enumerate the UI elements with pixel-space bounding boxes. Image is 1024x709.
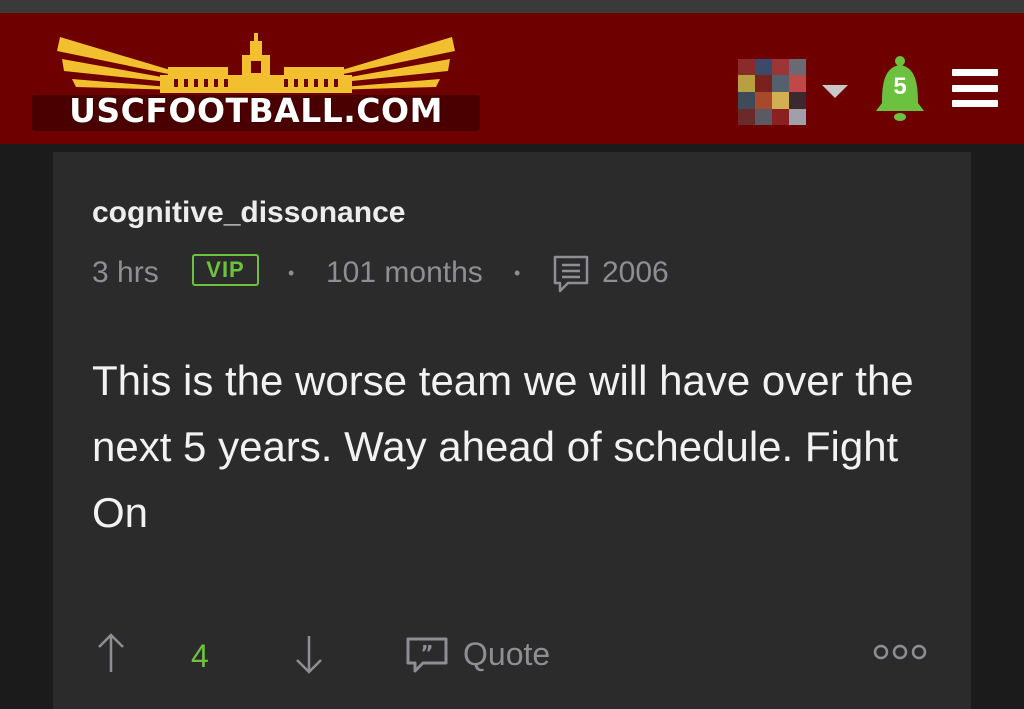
notifications-button[interactable]: 5 (870, 55, 930, 125)
upvote-button[interactable] (97, 632, 125, 674)
quote-icon: ” (406, 637, 448, 673)
more-options-button[interactable] (873, 640, 929, 664)
post-actions: 4 ” Quote (53, 630, 971, 680)
arrow-down-icon (296, 636, 322, 674)
post-time: 3 hrs (92, 256, 159, 289)
post-meta: 3 hrs VIP • 101 months • 2006 (92, 254, 792, 294)
vote-count: 4 (191, 638, 209, 674)
quote-button[interactable]: ” Quote (405, 634, 605, 678)
vip-badge: VIP (192, 254, 259, 286)
more-icon (873, 644, 927, 660)
downvote-button[interactable] (295, 634, 323, 676)
chevron-down-icon (822, 85, 848, 98)
meta-separator: • (514, 263, 521, 283)
top-status-strip (0, 0, 1024, 13)
post-count: 2006 (602, 256, 669, 289)
post-card: cognitive_dissonance 3 hrs VIP • 101 mon… (53, 152, 971, 709)
svg-text:”: ” (420, 641, 433, 665)
comments-icon (552, 254, 590, 294)
hamburger-menu-icon (952, 69, 998, 76)
site-logo[interactable]: USCFOOTBALL.COM (32, 29, 480, 137)
hamburger-menu-button[interactable] (952, 69, 998, 109)
post-body: This is the worse team we will have over… (92, 357, 914, 536)
hamburger-bar (952, 85, 998, 92)
user-menu-caret-button[interactable] (822, 83, 848, 99)
membership-duration: 101 months (326, 256, 483, 289)
post-author[interactable]: cognitive_dissonance (92, 196, 405, 230)
site-header: USCFOOTBALL.COM 5 (0, 13, 1024, 144)
notification-count-badge: 5 (893, 73, 907, 100)
hamburger-bar (952, 100, 998, 107)
meta-separator: • (288, 263, 295, 283)
user-avatar-button[interactable] (738, 59, 806, 125)
logo-wordmark: USCFOOTBALL.COM (69, 91, 443, 130)
avatar (738, 59, 806, 125)
arrow-up-icon (98, 633, 124, 672)
quote-label: Quote (463, 636, 551, 672)
